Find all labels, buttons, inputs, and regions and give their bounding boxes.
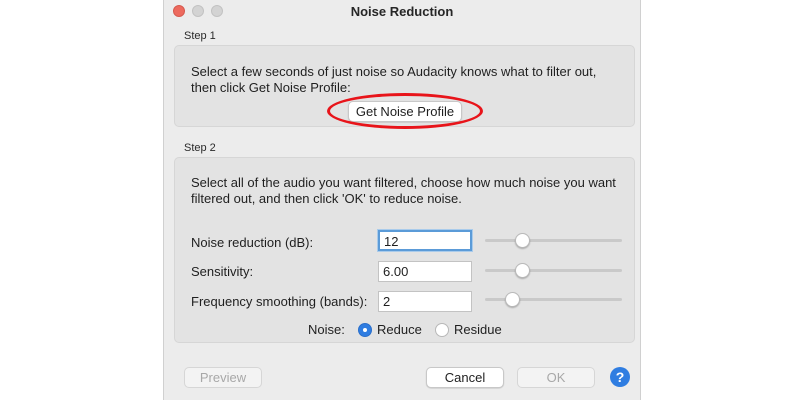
- step2-instruction-line1: Select all of the audio you want filtere…: [191, 175, 616, 190]
- sensitivity-input[interactable]: 6.00: [378, 261, 472, 282]
- slider-knob[interactable]: [505, 292, 521, 307]
- noise-reduction-dialog: Noise Reduction Step 1 Select a few seco…: [163, 0, 641, 400]
- step1-instruction-line2: then click Get Noise Profile:: [191, 80, 351, 95]
- sensitivity-label: Sensitivity:: [191, 264, 254, 279]
- residue-radio[interactable]: [435, 323, 449, 337]
- reduce-radio[interactable]: [358, 323, 372, 337]
- sensitivity-slider[interactable]: [485, 262, 622, 278]
- minimize-window-button[interactable]: [192, 5, 204, 17]
- slider-track: [485, 239, 622, 242]
- slider-knob[interactable]: [514, 263, 530, 278]
- step2-label: Step 2: [184, 142, 216, 154]
- noise-reduction-slider[interactable]: [485, 232, 622, 248]
- frequency-smoothing-input[interactable]: 2: [378, 291, 472, 312]
- step1-instruction-line1: Select a few seconds of just noise so Au…: [191, 64, 597, 79]
- reduce-option-label[interactable]: Reduce: [377, 322, 422, 337]
- window-controls: [173, 5, 223, 17]
- noise-reduction-label: Noise reduction (dB):: [191, 235, 314, 250]
- zoom-window-button[interactable]: [211, 5, 223, 17]
- frequency-smoothing-slider[interactable]: [485, 291, 622, 307]
- frequency-smoothing-label: Frequency smoothing (bands):: [191, 294, 368, 309]
- ok-button[interactable]: OK: [517, 367, 595, 388]
- cancel-button[interactable]: Cancel: [426, 367, 504, 388]
- noise-reduction-input[interactable]: 12: [378, 230, 472, 251]
- close-window-button[interactable]: [173, 5, 185, 17]
- residue-option-label[interactable]: Residue: [454, 322, 502, 337]
- step2-group: Select all of the audio you want filtere…: [174, 157, 635, 343]
- title-bar: Noise Reduction: [164, 0, 640, 22]
- preview-button[interactable]: Preview: [184, 367, 262, 388]
- step1-label: Step 1: [184, 30, 216, 42]
- slider-knob[interactable]: [514, 233, 530, 248]
- window-title: Noise Reduction: [350, 3, 454, 19]
- help-icon[interactable]: ?: [610, 367, 630, 387]
- step2-instruction-line2: filtered out, and then click 'OK' to red…: [191, 191, 462, 206]
- highlight-annotation: [327, 93, 483, 129]
- slider-track: [485, 269, 622, 272]
- noise-mode-label: Noise:: [308, 322, 345, 337]
